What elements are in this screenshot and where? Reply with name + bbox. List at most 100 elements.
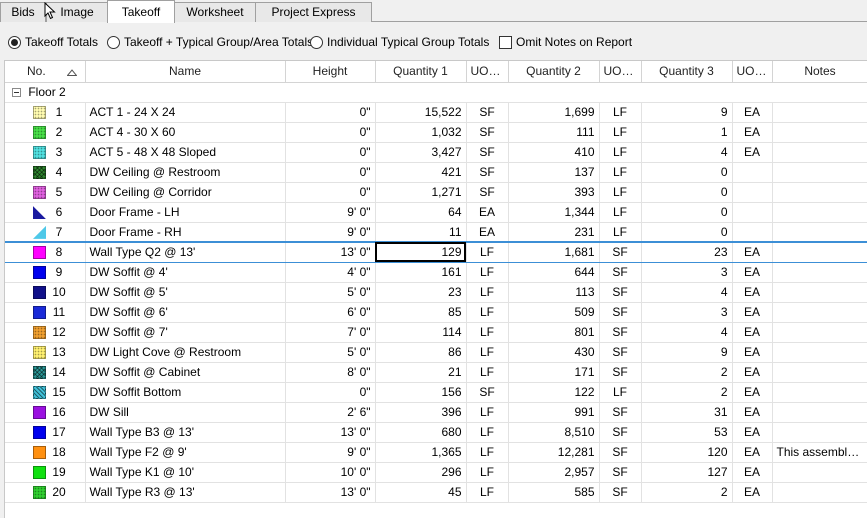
cell-quantity3[interactable]: 9	[641, 342, 733, 363]
collapse-group-icon[interactable]	[12, 88, 21, 98]
col-header-notes[interactable]: Notes	[772, 61, 867, 83]
cell-quantity3[interactable]: 4	[641, 282, 733, 303]
tab-takeoff[interactable]: Takeoff	[107, 0, 175, 23]
cell-uom1[interactable]: SF	[466, 382, 509, 403]
col-header-name[interactable]: Name	[85, 61, 286, 83]
cell-notes[interactable]	[772, 402, 867, 423]
table-row[interactable]: 19 Wall Type K1 @ 10' 10' 0" 296 LF 2,957 SF 12…	[5, 462, 867, 483]
cell-quantity3[interactable]: 0	[641, 162, 733, 183]
cell-uom1[interactable]: EA	[466, 222, 509, 243]
table-row[interactable]: 1 ACT 1 - 24 X 24 0" 15,522 SF 1,699 LF 9 EA	[5, 102, 867, 123]
cell-uom2[interactable]: LF	[599, 122, 642, 143]
cell-quantity2[interactable]: 113	[508, 282, 600, 303]
cell-name[interactable]: ACT 4 - 30 X 60	[85, 122, 286, 143]
cell-uom2[interactable]: LF	[599, 222, 642, 243]
cell-no[interactable]: 12	[5, 322, 86, 343]
cell-uom2[interactable]: SF	[599, 422, 642, 443]
cell-quantity1[interactable]: 1,365	[375, 442, 467, 463]
cell-name[interactable]: DW Soffit @ Cabinet	[85, 362, 286, 383]
cell-no[interactable]: 18	[5, 442, 86, 463]
cell-uom1[interactable]: LF	[466, 282, 509, 303]
cell-uom2[interactable]: SF	[599, 262, 642, 283]
col-header-no[interactable]: No.	[5, 61, 86, 83]
cell-uom3[interactable]: EA	[732, 102, 773, 123]
cell-no[interactable]: 5	[5, 182, 86, 203]
cell-quantity3[interactable]: 0	[641, 222, 733, 243]
cell-no[interactable]: 7	[5, 222, 86, 243]
cell-height[interactable]: 13' 0"	[285, 422, 376, 443]
cell-uom3[interactable]: EA	[732, 382, 773, 403]
cell-height[interactable]: 8' 0"	[285, 362, 376, 383]
cell-quantity2[interactable]: 585	[508, 482, 600, 503]
col-header-quantity3[interactable]: Quantity 3	[641, 61, 733, 83]
cell-uom2[interactable]: LF	[599, 102, 642, 123]
cell-quantity1[interactable]: 680	[375, 422, 467, 443]
cell-quantity1[interactable]: 64	[375, 202, 467, 223]
cell-notes[interactable]	[772, 222, 867, 243]
cell-uom2[interactable]: SF	[599, 302, 642, 323]
cell-notes[interactable]	[772, 102, 867, 123]
cell-uom1[interactable]: LF	[466, 241, 509, 263]
cell-no[interactable]: 9	[5, 262, 86, 283]
cell-height[interactable]: 5' 0"	[285, 342, 376, 363]
cell-height[interactable]: 0"	[285, 382, 376, 403]
cell-name[interactable]: Wall Type B3 @ 13'	[85, 422, 286, 443]
tab-project-express[interactable]: Project Express	[255, 2, 372, 22]
cell-quantity2[interactable]: 991	[508, 402, 600, 423]
cell-no[interactable]: 19	[5, 462, 86, 483]
cell-quantity2[interactable]: 12,281	[508, 442, 600, 463]
cell-uom3[interactable]: EA	[732, 122, 773, 143]
table-row[interactable]: 4 DW Ceiling @ Restroom 0" 421 SF 137 LF 0	[5, 162, 867, 183]
cell-quantity2[interactable]: 111	[508, 122, 600, 143]
table-row[interactable]: 6 Door Frame - LH 9' 0" 64 EA 1,344 LF 0	[5, 202, 867, 223]
cell-quantity2[interactable]: 1,699	[508, 102, 600, 123]
cell-notes[interactable]	[772, 202, 867, 223]
table-row[interactable]: 5 DW Ceiling @ Corridor 0" 1,271 SF 393 LF 0	[5, 182, 867, 203]
cell-uom3[interactable]	[732, 162, 773, 183]
cell-uom1[interactable]: LF	[466, 362, 509, 383]
cell-quantity3[interactable]: 2	[641, 362, 733, 383]
cell-height[interactable]: 0"	[285, 162, 376, 183]
cell-notes[interactable]	[772, 342, 867, 363]
cell-height[interactable]: 0"	[285, 182, 376, 203]
cell-uom1[interactable]: LF	[466, 482, 509, 503]
cell-notes[interactable]	[772, 422, 867, 443]
cell-height[interactable]: 0"	[285, 122, 376, 143]
cell-quantity2[interactable]: 393	[508, 182, 600, 203]
cell-uom1[interactable]: LF	[466, 422, 509, 443]
cell-uom1[interactable]: LF	[466, 402, 509, 423]
cell-name[interactable]: ACT 5 - 48 X 48 Sloped	[85, 142, 286, 163]
table-row[interactable]: 7 Door Frame - RH 9' 0" 11 EA 231 LF 0	[5, 222, 867, 243]
cell-uom2[interactable]: SF	[599, 482, 642, 503]
cell-uom3[interactable]	[732, 202, 773, 223]
cell-uom3[interactable]: EA	[732, 342, 773, 363]
cell-name[interactable]: DW Light Cove @ Restroom	[85, 342, 286, 363]
cell-height[interactable]: 9' 0"	[285, 202, 376, 223]
cell-uom3[interactable]: EA	[732, 282, 773, 303]
radio-takeoff-totals[interactable]: Takeoff Totals	[8, 35, 98, 49]
table-row[interactable]: 13 DW Light Cove @ Restroom 5' 0" 86 LF 430 SF…	[5, 342, 867, 363]
cell-uom2[interactable]: LF	[599, 162, 642, 183]
cell-notes[interactable]	[772, 302, 867, 323]
cell-height[interactable]: 13' 0"	[285, 482, 376, 503]
table-row[interactable]: 9 DW Soffit @ 4' 4' 0" 161 LF 644 SF 3 EA	[5, 262, 867, 283]
cell-name[interactable]: DW Soffit @ 6'	[85, 302, 286, 323]
cell-name[interactable]: Wall Type Q2 @ 13'	[85, 241, 286, 263]
cell-name[interactable]: DW Soffit @ 7'	[85, 322, 286, 343]
cell-notes[interactable]	[772, 182, 867, 203]
col-header-uom1[interactable]: UOM1	[466, 61, 509, 83]
table-row[interactable]: 16 DW Sill 2' 6" 396 LF 991 SF 31 EA	[5, 402, 867, 423]
col-header-uom3[interactable]: UOM3	[732, 61, 773, 83]
cell-height[interactable]: 0"	[285, 142, 376, 163]
cell-name[interactable]: DW Soffit @ 4'	[85, 262, 286, 283]
cell-uom1[interactable]: LF	[466, 462, 509, 483]
cell-quantity1[interactable]: 15,522	[375, 102, 467, 123]
cell-no[interactable]: 16	[5, 402, 86, 423]
cell-quantity2[interactable]: 1,681	[508, 241, 600, 263]
cell-name[interactable]: Wall Type F2 @ 9'	[85, 442, 286, 463]
cell-quantity3[interactable]: 4	[641, 142, 733, 163]
cell-uom1[interactable]: LF	[466, 262, 509, 283]
cell-quantity3[interactable]: 2	[641, 482, 733, 503]
cell-quantity1[interactable]: 396	[375, 402, 467, 423]
cell-name[interactable]: DW Soffit Bottom	[85, 382, 286, 403]
